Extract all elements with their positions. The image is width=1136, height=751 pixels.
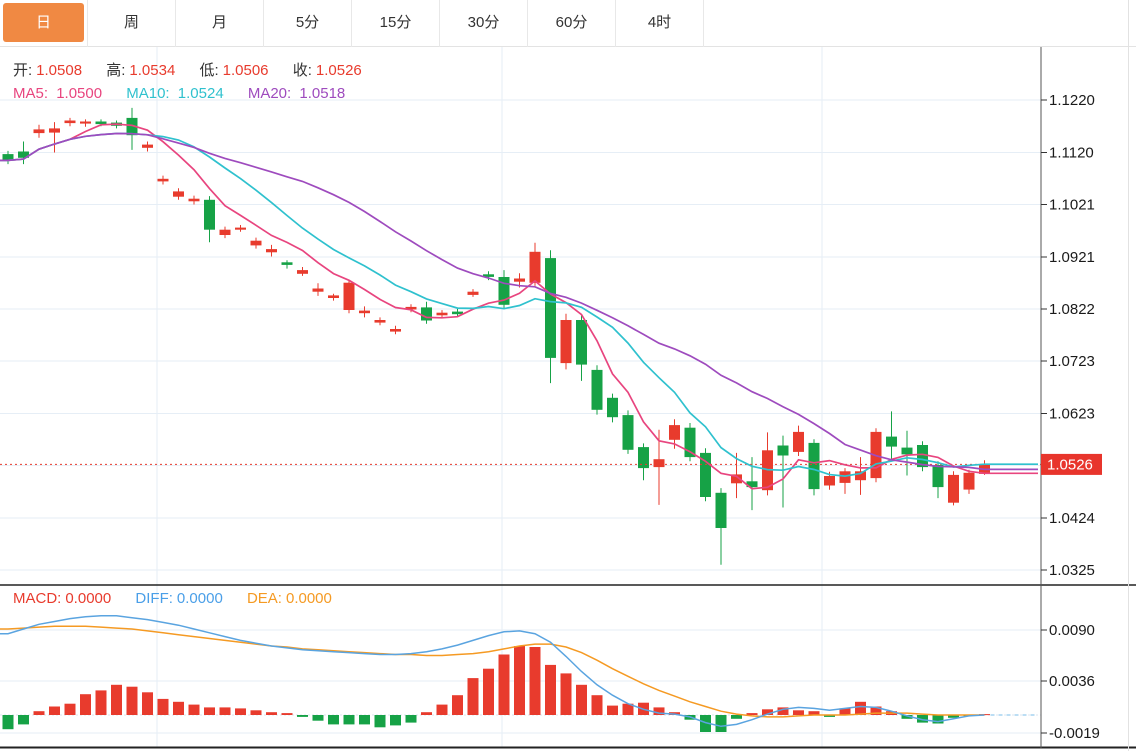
svg-text:0.0036: 0.0036 xyxy=(1049,673,1095,690)
tab-week[interactable]: 周 xyxy=(88,0,176,47)
tab-60min[interactable]: 60分 xyxy=(528,0,616,47)
ma20-line xyxy=(0,134,1038,470)
tab-month[interactable]: 月 xyxy=(176,0,264,47)
trading-chart-app: 日 周 月 5分 15分 30分 60分 4时 1.1220 1.1120 1.10… xyxy=(0,0,1136,751)
svg-text:1.0822: 1.0822 xyxy=(1049,301,1095,318)
current-price-badge: 1.0526 xyxy=(1041,454,1102,475)
ma10-line xyxy=(0,134,1038,477)
period-tabbar: 日 周 月 5分 15分 30分 60分 4时 xyxy=(0,0,1136,47)
svg-text:1.1120: 1.1120 xyxy=(1049,145,1094,162)
svg-text:1.0325: 1.0325 xyxy=(1049,562,1095,579)
tab-30min-label: 30分 xyxy=(443,3,524,42)
price-axis-labels: 1.1220 1.1120 1.1021 1.0921 1.0822 1.0723 1.06… xyxy=(1041,92,1095,579)
chart-canvas[interactable]: 1.1220 1.1120 1.1021 1.0921 1.0822 1.0723 1.06… xyxy=(0,47,1136,751)
tab-4hour-label: 4时 xyxy=(619,3,700,42)
svg-text:1.1021: 1.1021 xyxy=(1049,197,1095,214)
svg-text:1.0526: 1.0526 xyxy=(1047,456,1093,473)
svg-text:1.1220: 1.1220 xyxy=(1049,92,1095,109)
tab-30min[interactable]: 30分 xyxy=(440,0,528,47)
tab-week-label: 周 xyxy=(91,3,172,42)
tab-60min-label: 60分 xyxy=(531,3,612,42)
tab-day-label: 日 xyxy=(3,3,84,42)
gridlines xyxy=(0,47,1041,748)
macd-axis-labels: 0.0090 0.0036 -0.0019 xyxy=(1041,622,1100,742)
svg-text:1.0623: 1.0623 xyxy=(1049,406,1095,423)
tab-5min-label: 5分 xyxy=(267,3,348,42)
tab-day[interactable]: 日 xyxy=(0,0,88,47)
tab-5min[interactable]: 5分 xyxy=(264,0,352,47)
tab-month-label: 月 xyxy=(179,3,260,42)
svg-text:1.0424: 1.0424 xyxy=(1049,510,1095,527)
svg-text:1.0723: 1.0723 xyxy=(1049,353,1095,370)
svg-text:0.0090: 0.0090 xyxy=(1049,622,1095,639)
candles xyxy=(3,108,991,565)
tab-15min[interactable]: 15分 xyxy=(352,0,440,47)
svg-text:-0.0019: -0.0019 xyxy=(1049,725,1100,742)
tab-15min-label: 15分 xyxy=(355,3,436,42)
macd-histogram xyxy=(3,646,991,732)
tab-4hour[interactable]: 4时 xyxy=(616,0,704,47)
page-right-border xyxy=(1128,0,1129,751)
svg-text:1.0921: 1.0921 xyxy=(1049,249,1095,266)
